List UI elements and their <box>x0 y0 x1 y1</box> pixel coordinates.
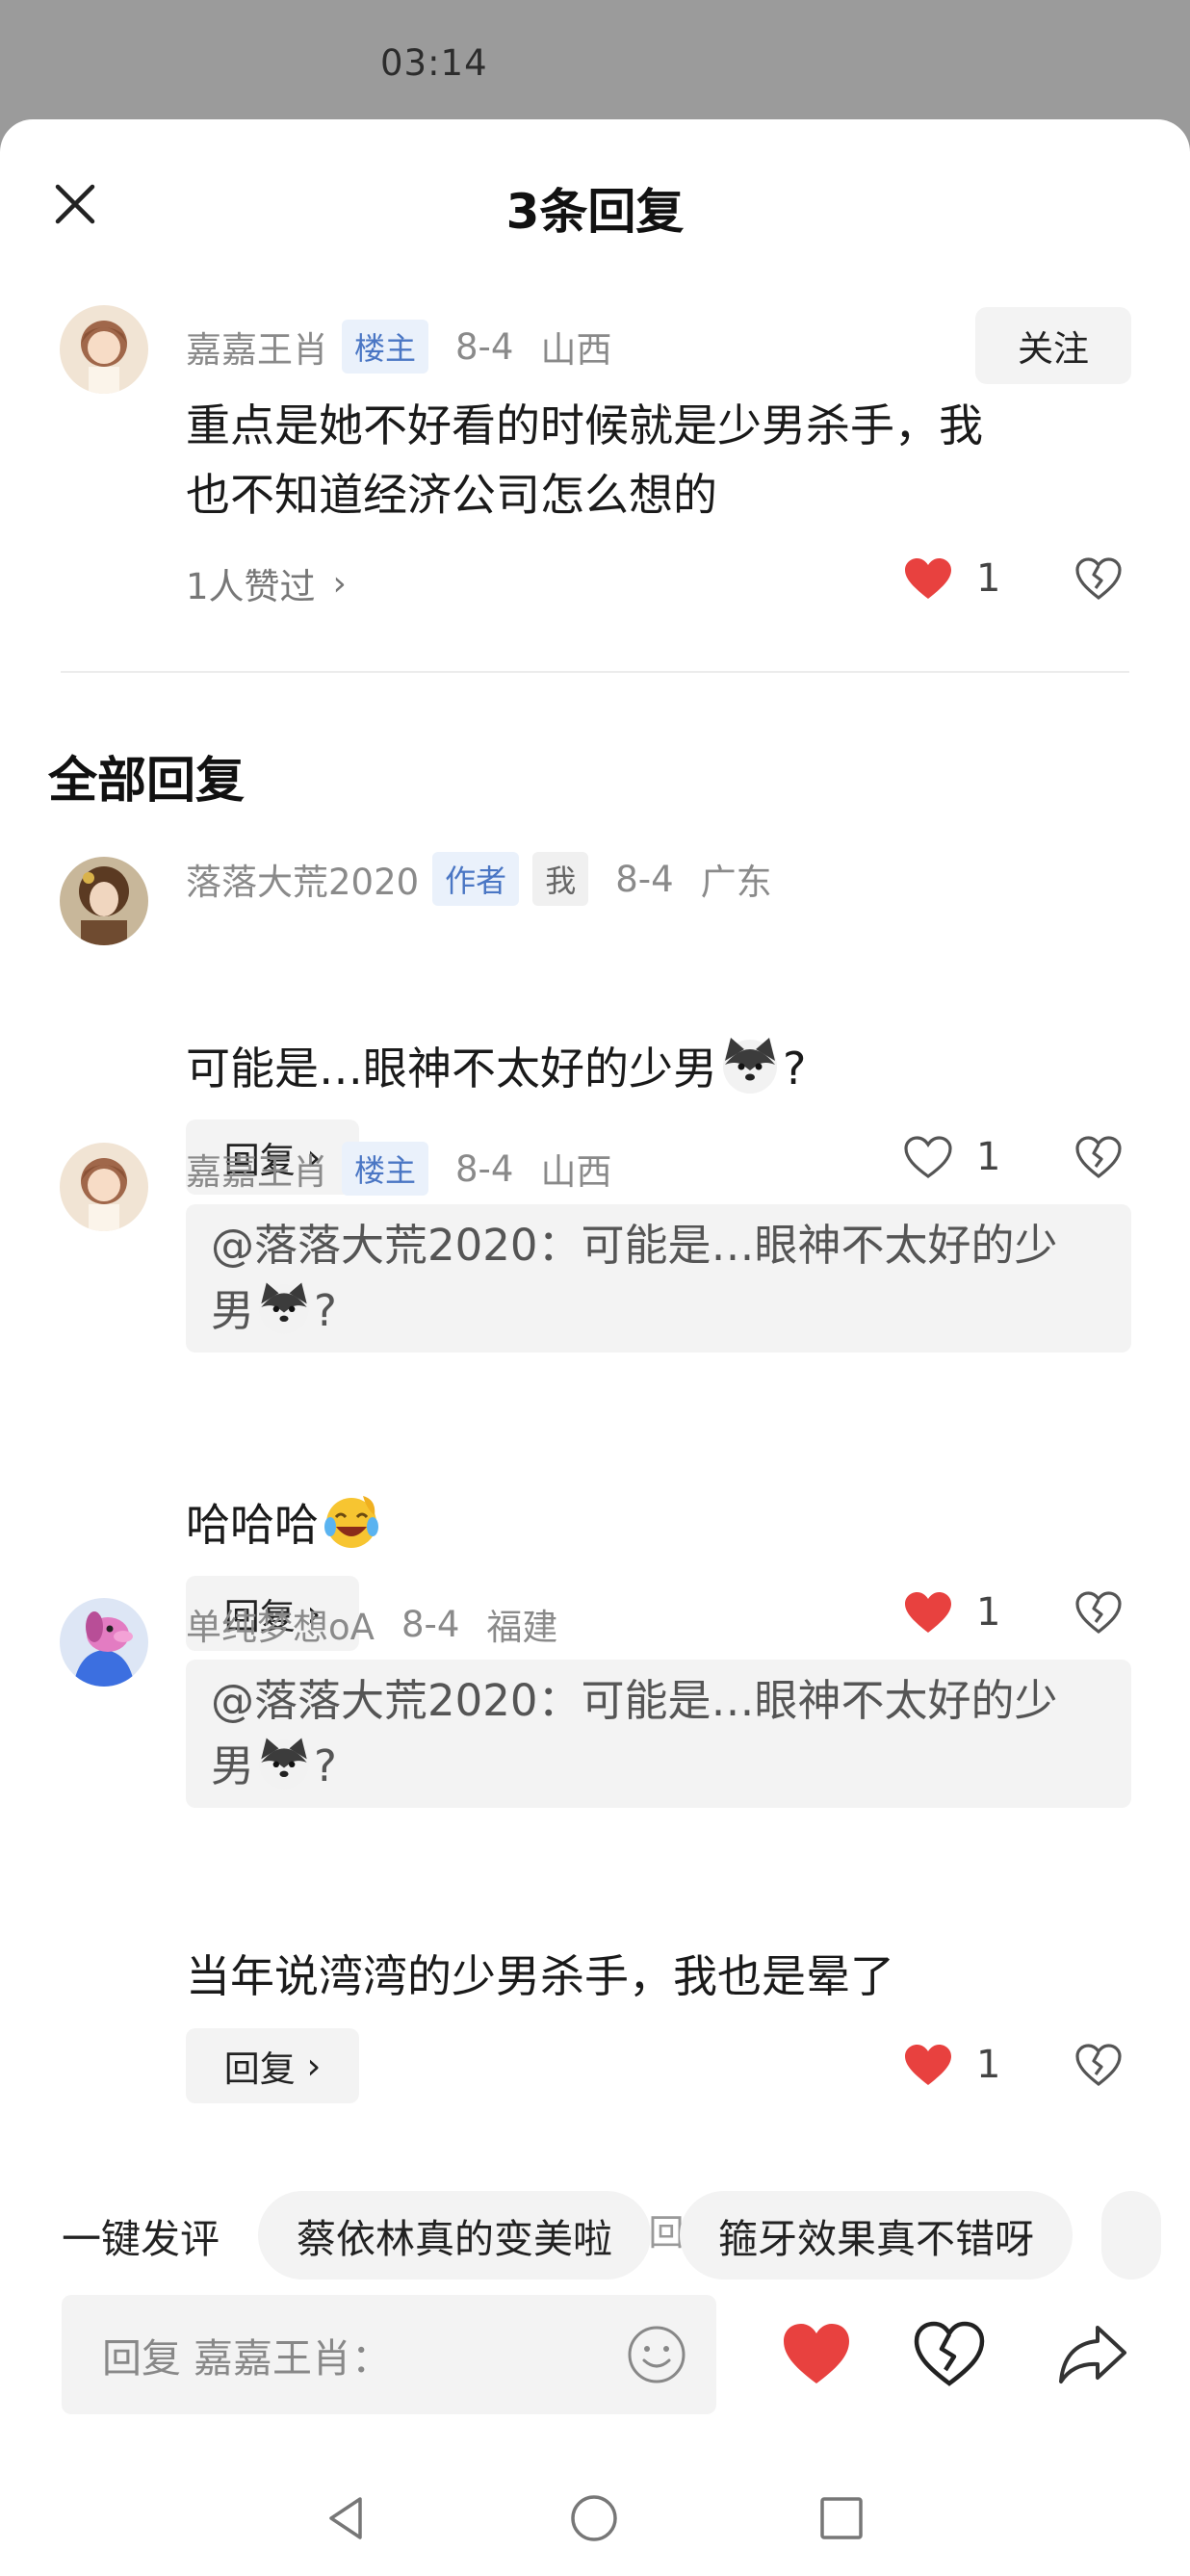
reply-button[interactable]: 回复 › <box>186 2028 359 2103</box>
quote-line: 男? <box>211 1277 1106 1343</box>
quote-line: 男? <box>211 1733 1106 1798</box>
quote-line: @落落大荒2020：可能是…眼神不太好的少 <box>211 1220 1058 1271</box>
reply-date: 8-4 <box>615 858 674 900</box>
reply-text-part: 可能是…眼神不太好的少男 <box>186 1043 717 1095</box>
reply-text: 哈哈哈 <box>186 1488 384 1559</box>
broken-heart-icon[interactable] <box>1074 556 1123 601</box>
op-badge: 楼主 <box>342 1142 429 1196</box>
like-button[interactable]: 1 <box>903 1135 1000 1179</box>
quote-text-part: 男 <box>211 1740 255 1791</box>
comment-location: 山西 <box>540 329 612 371</box>
husky-emoji <box>717 1032 783 1097</box>
share-icon[interactable] <box>1057 2320 1130 2387</box>
reply-location: 广东 <box>700 862 772 903</box>
system-nav-bar <box>0 2464 1190 2570</box>
avatar[interactable] <box>60 1143 148 1231</box>
author-name[interactable]: 嘉嘉王肖 <box>186 1143 328 1195</box>
reply-meta: 落落大荒2020 作者 我 8-4 广东 <box>186 852 772 906</box>
quoted-reply[interactable]: @落落大荒2020：可能是…眼神不太好的少 男? <box>186 1204 1131 1352</box>
quick-comment-label: 一键发评 <box>62 2216 220 2262</box>
reply-location: 福建 <box>486 1607 558 1648</box>
like-button[interactable]: 1 <box>903 1590 1000 1635</box>
laughing-crying-emoji <box>319 1488 384 1554</box>
quote-text-part: 男 <box>211 1285 255 1336</box>
author-name[interactable]: 嘉嘉王肖 <box>186 321 328 373</box>
quote-text-part: ? <box>314 1285 337 1336</box>
reply-meta: 嘉嘉王肖 楼主 8-4 山西 <box>186 1142 611 1196</box>
reply-text-part: 哈哈哈 <box>186 1499 319 1551</box>
author-name[interactable]: 单纯梦想oA <box>186 1598 375 1650</box>
likers-link[interactable]: 1人赞过 › <box>186 557 347 609</box>
quote-text-part: ? <box>314 1740 337 1791</box>
avatar[interactable] <box>60 857 148 945</box>
like-count: 1 <box>976 2043 1001 2087</box>
like-count: 1 <box>976 1590 1001 1635</box>
op-badge: 楼主 <box>342 320 429 374</box>
husky-emoji <box>254 1277 314 1337</box>
quick-comment-chip[interactable] <box>1101 2191 1161 2280</box>
status-bar: 03:14 <box>0 0 1190 120</box>
section-title: 全部回复 <box>48 753 246 810</box>
broken-heart-icon[interactable] <box>1074 1135 1123 1179</box>
heart-icon <box>904 1136 952 1178</box>
heart-icon <box>905 2045 951 2085</box>
page-title: 3条回复 <box>505 184 685 240</box>
me-badge: 我 <box>532 852 589 906</box>
comment-text-line: 重点是她不好看的时候就是少男杀手，我 <box>186 399 983 451</box>
comment-text-line: 也不知道经济公司怎么想的 <box>186 469 717 521</box>
reply-text: 可能是…眼神不太好的少男? <box>186 1032 806 1103</box>
like-button[interactable]: 1 <box>903 556 1000 601</box>
follow-button[interactable]: 关注 <box>975 307 1131 384</box>
reply-date: 8-4 <box>401 1603 460 1645</box>
reply-input[interactable]: 回复 嘉嘉王肖： <box>62 2295 716 2414</box>
chevron-right-icon: › <box>306 2045 322 2087</box>
broken-heart-icon[interactable] <box>913 2320 986 2387</box>
divider <box>61 671 1129 673</box>
reply-meta: 单纯梦想oA 8-4 福建 <box>186 1598 557 1650</box>
like-button[interactable]: 1 <box>903 2043 1000 2087</box>
smiley-icon[interactable] <box>626 2324 687 2385</box>
quick-comment-chip[interactable]: 蔡依林真的变美啦 <box>258 2191 651 2280</box>
nav-recents-icon[interactable] <box>815 2491 868 2545</box>
author-badge: 作者 <box>432 852 520 906</box>
status-time: 03:14 <box>380 42 488 84</box>
reply-text-part: ? <box>783 1043 807 1095</box>
broken-heart-icon[interactable] <box>1074 2043 1123 2087</box>
likers-label: 1人赞过 <box>186 566 316 607</box>
like-count: 1 <box>976 1135 1001 1179</box>
author-name[interactable]: 落落大荒2020 <box>186 853 419 905</box>
comment-text: 重点是她不好看的时候就是少男杀手，我 也不知道经济公司怎么想的 <box>186 391 983 529</box>
quoted-reply[interactable]: @落落大荒2020：可能是…眼神不太好的少 男? <box>186 1660 1131 1808</box>
reply-button-label: 回复 <box>223 2048 296 2090</box>
avatar[interactable] <box>60 305 148 394</box>
heart-icon[interactable] <box>780 2320 853 2387</box>
quote-line: @落落大荒2020：可能是…眼神不太好的少 <box>211 1675 1058 1726</box>
avatar[interactable] <box>60 1598 148 1687</box>
reply-date: 8-4 <box>455 1147 514 1190</box>
comment-meta: 嘉嘉王肖 楼主 8-4 山西 <box>186 320 611 374</box>
heart-icon <box>905 558 951 599</box>
nav-home-icon[interactable] <box>567 2491 621 2545</box>
reply-location: 山西 <box>540 1151 612 1193</box>
like-count: 1 <box>976 556 1001 601</box>
quick-comment-bar: 一键发评 蔡依林真的变美啦 箍牙效果真不错呀 <box>0 2191 1190 2280</box>
broken-heart-icon[interactable] <box>1074 1590 1123 1635</box>
quick-comment-chip[interactable]: 箍牙效果真不错呀 <box>680 2191 1073 2280</box>
heart-icon <box>905 1592 951 1633</box>
husky-emoji <box>254 1733 314 1792</box>
reply-text: 当年说湾湾的少男杀手，我也是晕了 <box>186 1950 894 2002</box>
nav-back-icon[interactable] <box>320 2491 374 2545</box>
comment-date: 8-4 <box>455 325 514 368</box>
chevron-right-icon: › <box>332 563 347 604</box>
reply-input-placeholder: 回复 嘉嘉王肖： <box>102 2335 392 2382</box>
